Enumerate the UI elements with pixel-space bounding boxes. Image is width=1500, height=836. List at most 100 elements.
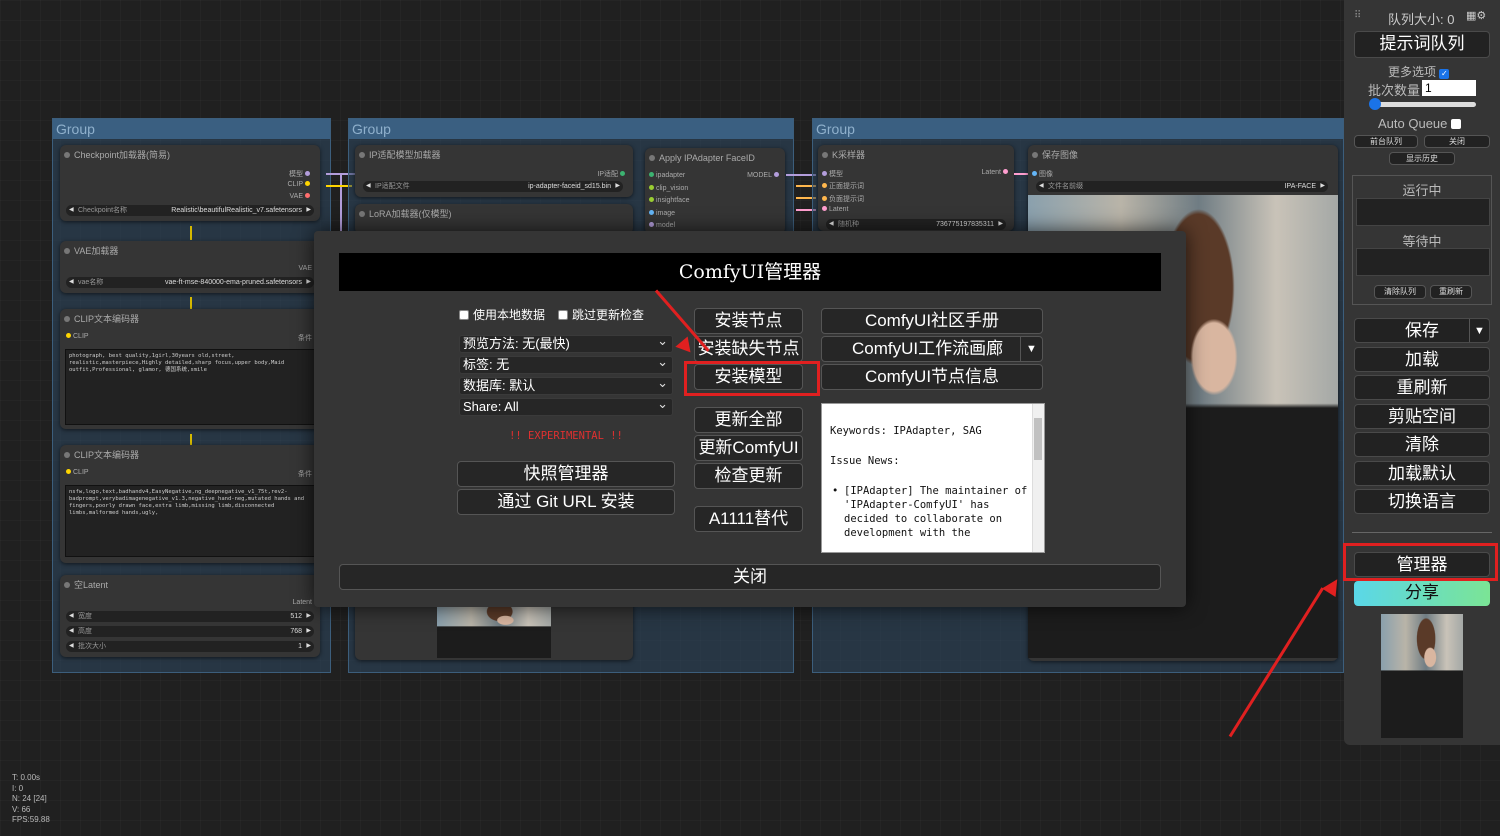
skip-update-check-checkbox[interactable]: 跳过更新检查 bbox=[558, 306, 644, 323]
input-insightface[interactable]: insightface bbox=[647, 197, 689, 204]
output-conditioning[interactable]: 条件 bbox=[298, 333, 312, 343]
node-info-button[interactable]: ComfyUI节点信息 bbox=[821, 364, 1043, 390]
clip-text-encode-negative-node[interactable]: CLIP文本编码器 CLIP 条件 nsfw,logo,text,badhand… bbox=[60, 445, 320, 563]
news-heading: Issue News: bbox=[830, 455, 900, 467]
clear-queue-button[interactable]: 清除队列 bbox=[1374, 285, 1426, 299]
batch-count-label: 批次数量 bbox=[1368, 83, 1421, 98]
switch-language-button[interactable]: 切换语言 bbox=[1354, 489, 1490, 514]
width-widget[interactable]: 宽度 512 bbox=[66, 611, 314, 622]
ipadapter-file-combo[interactable]: IP适配文件 ip-adapter-faceid_sd15.bin bbox=[363, 181, 623, 192]
use-local-db-checkbox[interactable]: 使用本地数据 bbox=[459, 306, 545, 323]
running-list[interactable] bbox=[1356, 198, 1490, 226]
batch-size-widget[interactable]: 批次大小 1 bbox=[66, 641, 314, 652]
update-all-button[interactable]: 更新全部 bbox=[694, 407, 803, 433]
output-ipadapter[interactable]: IP适配 bbox=[597, 169, 627, 179]
node-title: 空Latent bbox=[60, 575, 320, 595]
vae-loader-node[interactable]: VAE加载器 VAE vae名称 vae-ft-mse-840000-ema-p… bbox=[60, 241, 320, 293]
queue-prompt-button[interactable]: 提示词队列 bbox=[1354, 31, 1490, 58]
slider-thumb[interactable] bbox=[1369, 98, 1381, 110]
check-update-button[interactable]: 检查更新 bbox=[694, 463, 803, 489]
refresh-button[interactable]: 重刷新 bbox=[1354, 375, 1490, 400]
input-clip[interactable]: CLIP bbox=[64, 469, 89, 476]
clear-button[interactable]: 清除 bbox=[1354, 432, 1490, 457]
a1111-alternative-button[interactable]: A1111替代 bbox=[694, 506, 803, 532]
more-options-toggle[interactable]: 更多选项 ✓ bbox=[1388, 63, 1450, 80]
load-button[interactable]: 加载 bbox=[1354, 347, 1490, 372]
batch-count-input[interactable]: 1 bbox=[1422, 80, 1476, 96]
group-title: Group bbox=[813, 119, 1343, 139]
input-clip-vision[interactable]: clip_vision bbox=[647, 185, 688, 192]
output-latent[interactable]: Latent bbox=[982, 169, 1010, 176]
batch-count-slider[interactable] bbox=[1369, 98, 1476, 110]
input-image[interactable]: image bbox=[647, 210, 675, 217]
stat-fps: FPS:59.88 bbox=[12, 815, 50, 824]
clipspace-button[interactable]: 剪贴空间 bbox=[1354, 404, 1490, 429]
checkbox-checked-icon[interactable]: ✓ bbox=[1439, 69, 1450, 79]
empty-latent-node[interactable]: 空Latent Latent 宽度 512 高度 768 批次大小 1 bbox=[60, 575, 320, 657]
front-queue-button[interactable]: 前台队列 bbox=[1354, 135, 1418, 148]
share-button[interactable]: 分享 bbox=[1354, 581, 1490, 606]
filename-prefix-widget[interactable]: 文件名前缀 IPA-FACE bbox=[1036, 181, 1328, 192]
input-model[interactable]: model bbox=[647, 222, 675, 229]
checkbox-icon[interactable] bbox=[459, 310, 469, 320]
checkpoint-name-combo[interactable]: Checkpoint名称 Realistic\beautifulRealisti… bbox=[66, 205, 314, 216]
output-conditioning[interactable]: 条件 bbox=[298, 469, 312, 479]
preview-method-select[interactable]: 预览方法: 无(最快) bbox=[459, 333, 673, 353]
share-select[interactable]: Share: All bbox=[459, 396, 673, 416]
refresh-queue-button[interactable]: 重刷新 bbox=[1430, 285, 1472, 299]
input-latent[interactable]: Latent bbox=[820, 206, 848, 213]
news-scrollbar-thumb[interactable] bbox=[1034, 418, 1042, 460]
input-negative[interactable]: 负面提示词 bbox=[820, 194, 864, 204]
checkbox-icon[interactable] bbox=[1451, 119, 1462, 129]
output-model[interactable]: MODEL bbox=[747, 172, 781, 179]
input-clip[interactable]: CLIP bbox=[64, 333, 89, 340]
input-model[interactable]: 模型 bbox=[820, 169, 843, 179]
input-positive[interactable]: 正面提示词 bbox=[820, 181, 864, 191]
output-model[interactable]: 模型 bbox=[289, 169, 312, 179]
output-vae[interactable]: VAE bbox=[290, 193, 313, 200]
news-panel[interactable]: Keywords: IPAdapter, SAG Issue News: • [… bbox=[821, 403, 1045, 553]
checkbox-icon[interactable] bbox=[558, 310, 568, 320]
input-images[interactable]: 图像 bbox=[1030, 169, 1053, 179]
tag-select[interactable]: 标签: 无 bbox=[459, 354, 673, 374]
install-nodes-button[interactable]: 安装节点 bbox=[694, 308, 803, 334]
database-select[interactable]: 数据库: 默认 bbox=[459, 375, 673, 395]
community-manual-button[interactable]: ComfyUI社区手册 bbox=[821, 308, 1043, 334]
pending-list[interactable] bbox=[1356, 248, 1490, 276]
output-vae[interactable]: VAE bbox=[299, 265, 313, 272]
lora-loader-node[interactable]: LoRA加载器(仅模型) bbox=[355, 204, 633, 234]
load-default-button[interactable]: 加载默认 bbox=[1354, 461, 1490, 486]
manager-button[interactable]: 管理器 bbox=[1354, 552, 1490, 577]
drag-handle-icon[interactable]: ⠿ bbox=[1354, 10, 1361, 21]
ipadapter-model-loader-node[interactable]: IP适配模型加载器 IP适配 IP适配文件 ip-adapter-faceid_… bbox=[355, 145, 633, 197]
dropdown-arrow-icon[interactable]: ▼ bbox=[1020, 337, 1042, 361]
seed-widget[interactable]: 随机种 736775197835311 bbox=[826, 219, 1006, 230]
negative-prompt-textarea[interactable]: nsfw,logo,text,badhandv4,EasyNegative,ng… bbox=[65, 485, 315, 557]
output-latent[interactable]: Latent bbox=[293, 599, 312, 606]
show-history-button[interactable]: 显示历史 bbox=[1389, 152, 1455, 165]
apply-ipadapter-faceid-node[interactable]: Apply IPAdapter FaceID ipadapter clip_vi… bbox=[645, 148, 785, 234]
install-missing-nodes-button[interactable]: 安装缺失节点 bbox=[694, 336, 803, 362]
save-button[interactable]: 保存 ▼ bbox=[1354, 318, 1490, 343]
snapshot-manager-button[interactable]: 快照管理器 bbox=[457, 461, 675, 487]
node-title: LoRA加载器(仅模型) bbox=[355, 204, 633, 224]
save-dropdown-icon[interactable]: ▼ bbox=[1469, 319, 1489, 342]
install-via-git-url-button[interactable]: 通过 Git URL 安装 bbox=[457, 489, 675, 515]
close-queue-button[interactable]: 关闭 bbox=[1424, 135, 1490, 148]
positive-prompt-textarea[interactable]: photograph, best quality,1girl,30years o… bbox=[65, 349, 315, 425]
input-ipadapter[interactable]: ipadapter bbox=[647, 172, 685, 179]
clip-text-encode-positive-node[interactable]: CLIP文本编码器 CLIP 条件 photograph, best quali… bbox=[60, 309, 320, 429]
install-models-button[interactable]: 安装模型 bbox=[694, 364, 803, 390]
vae-name-combo[interactable]: vae名称 vae-ft-mse-840000-ema-pruned.safet… bbox=[66, 277, 314, 288]
height-widget[interactable]: 高度 768 bbox=[66, 626, 314, 637]
output-clip[interactable]: CLIP bbox=[287, 181, 312, 188]
workflow-gallery-button[interactable]: ComfyUI工作流画廊 ▼ bbox=[821, 336, 1043, 362]
checkpoint-loader-node[interactable]: Checkpoint加载器(简易) 模型 CLIP VAE Checkpoint… bbox=[60, 145, 320, 221]
update-comfyui-button[interactable]: 更新ComfyUI bbox=[694, 435, 803, 461]
auto-queue-toggle[interactable]: Auto Queue bbox=[1378, 116, 1462, 131]
running-label: 运行中 bbox=[1402, 183, 1442, 198]
history-thumbnail[interactable] bbox=[1381, 614, 1463, 738]
close-dialog-button[interactable]: 关闭 bbox=[339, 564, 1161, 590]
ksampler-node[interactable]: K采样器 模型 正面提示词 负面提示词 Latent Latent 随机种 73… bbox=[818, 145, 1014, 231]
settings-icon[interactable]: ▦⚙ bbox=[1466, 9, 1486, 22]
